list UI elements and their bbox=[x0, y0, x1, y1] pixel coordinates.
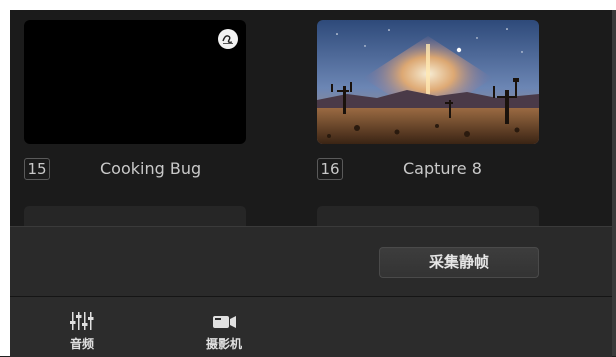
media-tile-15[interactable]: 15 Cooking Bug bbox=[10, 10, 310, 226]
bottom-tab-bar: 音频 摄影机 bbox=[10, 296, 612, 357]
media-tile-16[interactable]: 16 Capture 8 bbox=[310, 10, 612, 226]
media-tile-next-row[interactable] bbox=[317, 206, 539, 226]
food-logo-icon bbox=[218, 29, 238, 49]
media-title: Cooking Bug bbox=[100, 159, 202, 178]
tab-camera[interactable]: 摄影机 bbox=[194, 303, 254, 355]
tab-camera-label: 摄影机 bbox=[205, 337, 242, 351]
media-tile-next-row[interactable] bbox=[24, 206, 246, 226]
scrollbar[interactable] bbox=[612, 10, 616, 356]
media-title: Capture 8 bbox=[403, 159, 482, 178]
media-number-badge: 15 bbox=[24, 158, 50, 180]
capture-still-button[interactable]: 采集静帧 bbox=[379, 247, 539, 278]
camera-icon bbox=[213, 316, 236, 328]
audio-mixer-icon bbox=[70, 312, 94, 330]
window-top-edge bbox=[0, 0, 616, 10]
tab-audio-label: 音频 bbox=[69, 337, 94, 351]
desert-night-scene bbox=[317, 20, 539, 144]
capture-actions: 采集静帧 bbox=[10, 226, 612, 297]
tab-audio[interactable]: 音频 bbox=[52, 303, 112, 355]
media-number-badge: 16 bbox=[317, 158, 343, 180]
media-thumbnail-capture-8[interactable] bbox=[317, 20, 539, 144]
window-left-edge bbox=[0, 0, 10, 356]
media-pool-grid: 15 Cooking Bug 16 Capture 8 bbox=[10, 10, 612, 226]
media-thumbnail-cooking-bug[interactable] bbox=[24, 20, 246, 144]
